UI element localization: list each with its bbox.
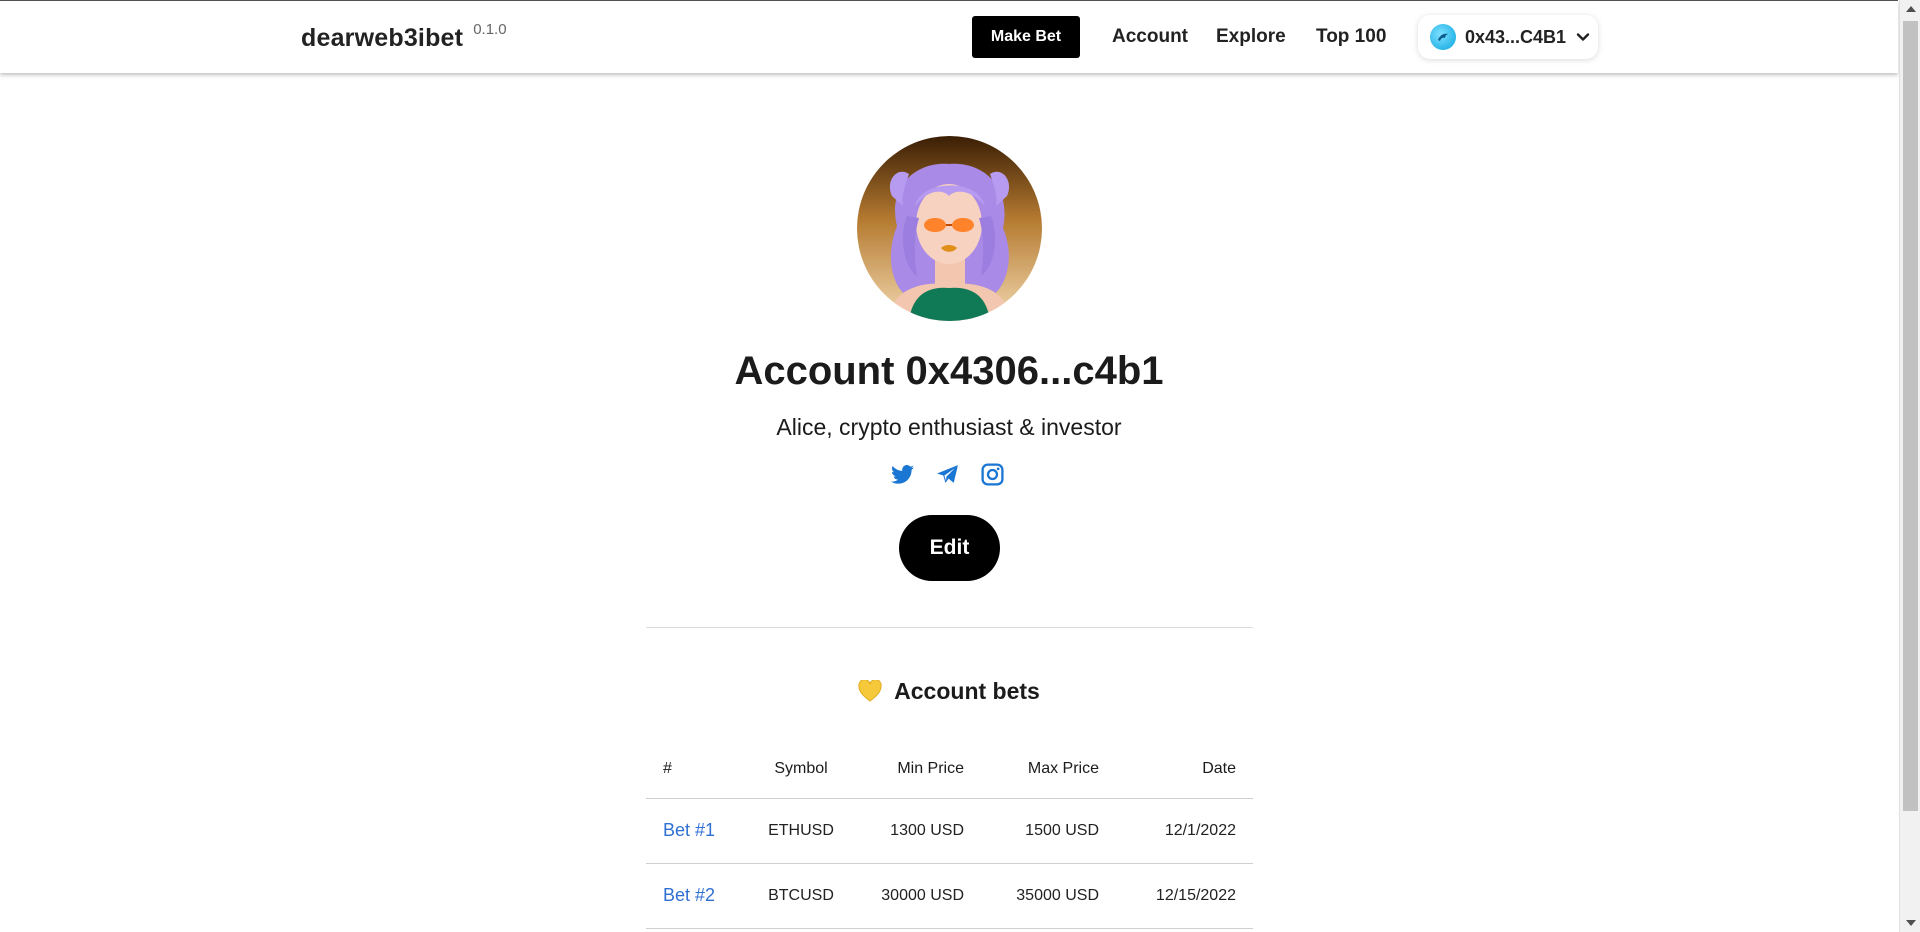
account-bets-title: Account bets bbox=[894, 678, 1040, 704]
bet-id-cell: Bet #2 bbox=[646, 863, 751, 929]
bet-date: 12/1/2022 bbox=[1116, 798, 1253, 864]
scroll-down-arrow-icon[interactable] bbox=[1906, 920, 1916, 926]
dolphin-icon bbox=[1430, 24, 1456, 50]
bet-min-price: 1300 USD bbox=[851, 798, 981, 864]
wallet-button[interactable]: 0x43...C4B1 bbox=[1418, 15, 1598, 59]
scroll-thumb[interactable] bbox=[1903, 21, 1918, 811]
telegram-icon[interactable] bbox=[935, 462, 960, 487]
nav-top-100[interactable]: Top 100 bbox=[1316, 25, 1386, 49]
brand[interactable]: dearweb3ibet 0.1.0 bbox=[301, 21, 507, 55]
bet-date: 12/15/2022 bbox=[1116, 863, 1253, 929]
nav-explore[interactable]: Explore bbox=[1216, 25, 1286, 49]
col-header-date: Date bbox=[1116, 740, 1253, 799]
bets-table: # Symbol Min Price Max Price Date Bet #1… bbox=[646, 740, 1253, 929]
edit-profile-button[interactable]: Edit bbox=[899, 515, 1000, 581]
table-header-row: # Symbol Min Price Max Price Date bbox=[646, 740, 1253, 799]
scroll-up-arrow-icon[interactable] bbox=[1906, 6, 1916, 12]
vertical-scrollbar[interactable] bbox=[1899, 0, 1920, 932]
nav-account[interactable]: Account bbox=[1112, 25, 1188, 49]
bet-link[interactable]: Bet #2 bbox=[663, 885, 715, 905]
table-row: Bet #2 BTCUSD 30000 USD 35000 USD 12/15/… bbox=[646, 863, 1253, 929]
yellow-heart-icon bbox=[858, 680, 882, 702]
table-row: Bet #1 ETHUSD 1300 USD 1500 USD 12/1/202… bbox=[646, 798, 1253, 864]
page-title: Account 0x4306...c4b1 bbox=[734, 349, 1164, 393]
brand-name[interactable]: dearweb3ibet bbox=[301, 21, 463, 55]
top-navbar: dearweb3ibet 0.1.0 Make Bet Account Expl… bbox=[0, 1, 1898, 73]
twitter-icon[interactable] bbox=[890, 462, 915, 487]
account-bets-heading: Account bets bbox=[0, 676, 1898, 706]
col-header-number: # bbox=[646, 740, 751, 799]
social-links bbox=[890, 462, 1005, 487]
make-bet-button[interactable]: Make Bet bbox=[972, 16, 1080, 58]
bet-link[interactable]: Bet #1 bbox=[663, 820, 715, 840]
instagram-icon[interactable] bbox=[980, 462, 1005, 487]
bet-symbol: BTCUSD bbox=[751, 863, 851, 929]
profile-avatar bbox=[857, 136, 1042, 321]
col-header-symbol: Symbol bbox=[751, 740, 851, 799]
section-divider bbox=[646, 627, 1253, 628]
page: dearweb3ibet 0.1.0 Make Bet Account Expl… bbox=[0, 0, 1920, 932]
chevron-down-icon bbox=[1576, 33, 1590, 41]
profile-bio: Alice, crypto enthusiast & investor bbox=[776, 414, 1122, 440]
bet-max-price: 1500 USD bbox=[981, 798, 1116, 864]
bet-id-cell: Bet #1 bbox=[646, 798, 751, 864]
bet-symbol: ETHUSD bbox=[751, 798, 851, 864]
wallet-address: 0x43...C4B1 bbox=[1465, 26, 1567, 47]
bet-min-price: 30000 USD bbox=[851, 863, 981, 929]
bet-max-price: 35000 USD bbox=[981, 863, 1116, 929]
col-header-max-price: Max Price bbox=[981, 740, 1116, 799]
app-version: 0.1.0 bbox=[473, 21, 507, 38]
col-header-min-price: Min Price bbox=[851, 740, 981, 799]
